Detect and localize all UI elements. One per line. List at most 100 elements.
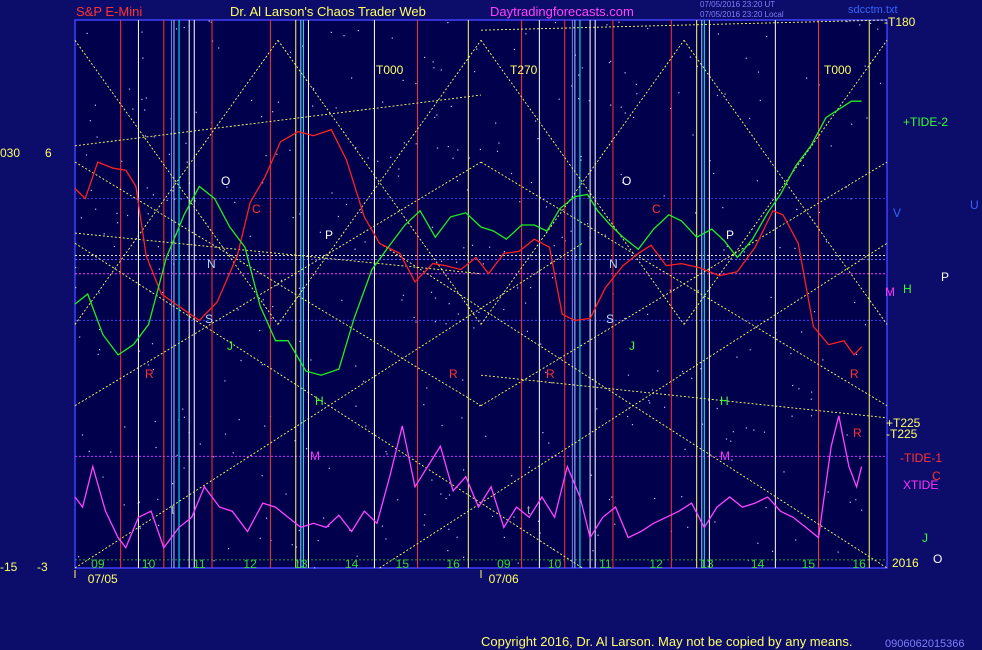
star [802, 164, 804, 167]
star [866, 117, 868, 119]
star [224, 433, 227, 435]
event-letter: N [609, 257, 618, 271]
star [861, 509, 863, 511]
event-letter: R [850, 367, 859, 381]
star [183, 467, 185, 469]
star [78, 556, 80, 558]
right-series-label: O [933, 552, 942, 566]
star [261, 364, 263, 366]
star [86, 32, 88, 34]
star [431, 479, 433, 481]
event-letter: O [622, 174, 631, 188]
event-letter: S [606, 312, 614, 326]
star [783, 471, 785, 473]
star [398, 168, 400, 170]
star [213, 456, 215, 458]
top-angle-label: T000 [824, 63, 852, 77]
star [456, 261, 458, 263]
star [415, 143, 417, 145]
star [335, 107, 337, 109]
site-url[interactable]: Daytradingforecasts.com [490, 4, 634, 19]
star [355, 405, 357, 407]
timestamp-ut: 07/05/2016 23:20 UT [700, 0, 776, 9]
star [351, 77, 353, 79]
star [423, 404, 425, 406]
star [377, 160, 379, 162]
right-series-label: P [941, 270, 949, 284]
top-angle-label: T000 [376, 63, 404, 77]
star [227, 548, 230, 550]
x-tick-label: 11 [599, 557, 612, 571]
star [182, 408, 184, 410]
star [79, 336, 81, 338]
star [528, 466, 530, 468]
star [367, 157, 369, 159]
star [298, 529, 300, 531]
star [535, 120, 537, 122]
star [855, 499, 857, 501]
star [144, 109, 146, 111]
star [570, 230, 572, 232]
event-letter: R [449, 367, 458, 381]
star [402, 294, 404, 296]
timestamp-local: 07/05/2016 23:20 Local [700, 10, 784, 19]
star [264, 425, 266, 427]
star [172, 483, 174, 485]
star [96, 136, 98, 138]
star [611, 496, 613, 498]
star [423, 524, 425, 526]
star [811, 391, 813, 393]
star [436, 114, 438, 116]
x-tick-label: 10 [142, 557, 156, 571]
star [517, 562, 519, 564]
star [530, 287, 532, 289]
star [849, 501, 851, 503]
star [731, 459, 733, 461]
star [854, 301, 856, 304]
star [397, 499, 399, 501]
star [445, 323, 447, 325]
star [664, 406, 666, 408]
star [870, 22, 872, 24]
star [537, 138, 539, 140]
star [627, 415, 629, 418]
star [162, 292, 164, 294]
star [224, 380, 226, 382]
star [495, 122, 497, 124]
star [314, 567, 316, 569]
star [503, 536, 505, 538]
star [276, 153, 278, 155]
star [323, 517, 325, 519]
star [558, 98, 560, 100]
x-tick-label: 12 [649, 557, 663, 571]
star [299, 213, 301, 215]
star [266, 517, 268, 519]
right-series-label: J [922, 531, 928, 545]
star [608, 62, 610, 64]
star [485, 435, 487, 437]
star [473, 327, 475, 329]
star [345, 203, 348, 206]
star [113, 245, 115, 248]
star [98, 328, 101, 331]
star [355, 365, 357, 367]
star [681, 370, 684, 373]
event-letter: P [325, 228, 333, 242]
star [608, 498, 611, 501]
star [312, 105, 314, 107]
star [132, 108, 134, 110]
star [280, 279, 283, 281]
star [759, 99, 761, 101]
star [434, 116, 436, 118]
star [654, 497, 656, 500]
star [513, 516, 515, 518]
star [498, 142, 500, 144]
star [89, 120, 91, 122]
star [289, 149, 291, 151]
star [183, 416, 185, 418]
star [403, 142, 405, 144]
star [753, 429, 755, 431]
star [94, 104, 96, 106]
star [272, 111, 274, 113]
star [713, 172, 715, 175]
